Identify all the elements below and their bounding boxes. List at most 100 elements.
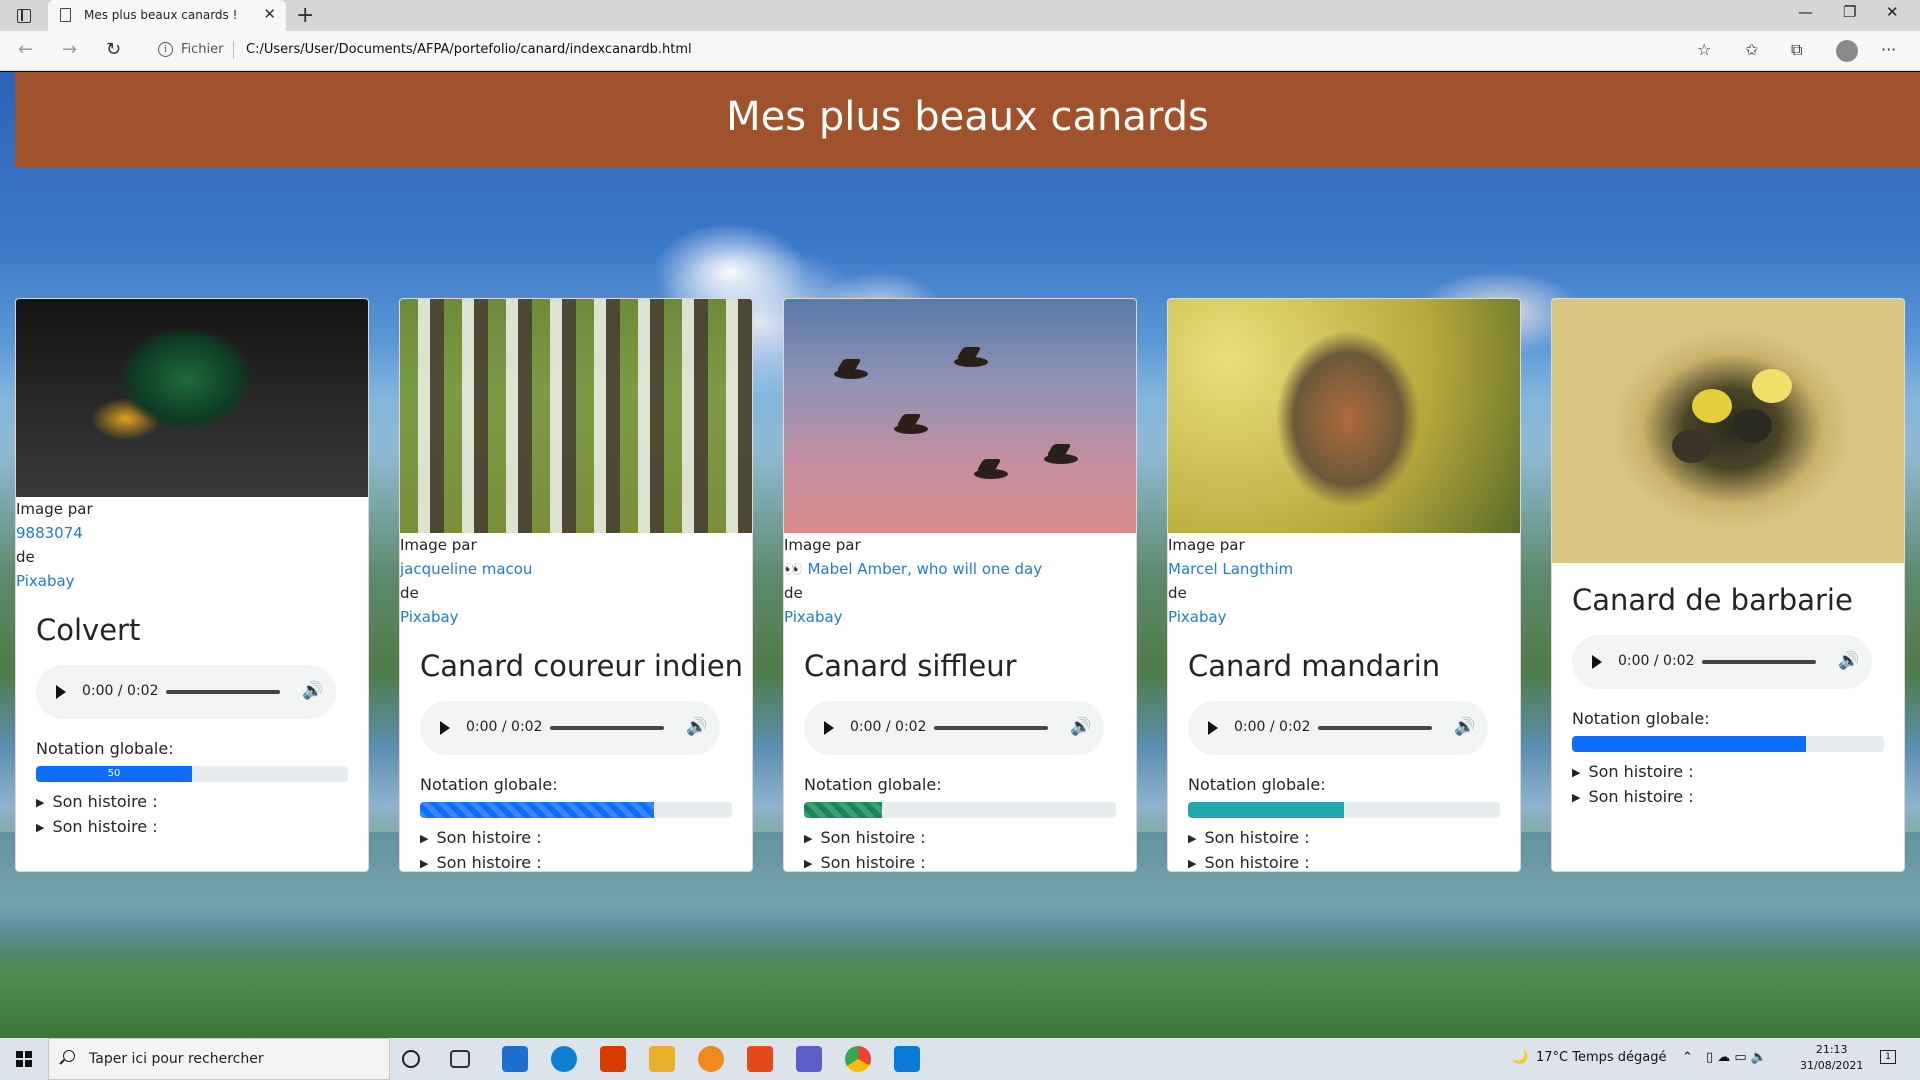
story-toggle[interactable]: Son histoire : xyxy=(1188,851,1500,871)
rating-progress: 50 xyxy=(36,766,348,782)
card-body: Canard de barbarie 0:00 / 0:02 🔊 Notatio… xyxy=(1552,563,1904,810)
story-toggle[interactable]: Son histoire : xyxy=(420,851,732,871)
office-app-icon[interactable] xyxy=(747,1046,773,1072)
windows-taskbar: Taper ici pour rechercher 🌙 17°C Temps d… xyxy=(0,1038,1920,1080)
collections-icon[interactable]: ⧉ xyxy=(1791,40,1802,60)
card-body: Canard coureur indien 0:00 / 0:02 🔊 Nota… xyxy=(400,629,752,871)
story-toggle[interactable]: Son histoire : xyxy=(1188,826,1500,851)
audio-seek-bar[interactable] xyxy=(550,726,664,730)
tray-icons[interactable]: ▯ ☁ ▭ 🔈 xyxy=(1706,1050,1767,1065)
favorites-icon[interactable]: ✩ xyxy=(1745,40,1758,59)
card-body: Colvert 0:00 / 0:02 🔊 Notation globale: … xyxy=(16,593,368,840)
author-link[interactable]: 9883074 xyxy=(16,521,368,545)
author-name: Mabel Amber, who will one day xyxy=(807,560,1043,578)
play-icon[interactable] xyxy=(56,685,66,699)
author-link[interactable]: Marcel Langthim xyxy=(1168,557,1520,581)
rating-progress-bar xyxy=(1188,802,1344,818)
pixabay-link[interactable]: Pixabay xyxy=(400,605,752,629)
story-toggle[interactable]: Son histoire : xyxy=(1572,785,1884,810)
taskbar-clock[interactable]: 21:13 31/08/2021 xyxy=(1800,1042,1863,1074)
pixabay-link[interactable]: Pixabay xyxy=(784,605,1136,629)
audio-seek-bar[interactable] xyxy=(934,726,1048,730)
flying-duck xyxy=(954,357,988,367)
forward-button[interactable]: → xyxy=(62,39,77,60)
play-icon[interactable] xyxy=(1592,655,1602,669)
volume-icon[interactable]: 🔊 xyxy=(1454,717,1475,737)
volume-icon[interactable]: 🔊 xyxy=(1838,651,1859,671)
restore-button[interactable]: ❐ xyxy=(1843,3,1856,21)
audio-player[interactable]: 0:00 / 0:02 🔊 xyxy=(36,665,336,719)
tab-close-icon[interactable]: ✕ xyxy=(263,5,276,23)
author-link[interactable]: 👀 Mabel Amber, who will one day xyxy=(784,557,1136,581)
more-menu-icon[interactable]: ··· xyxy=(1881,40,1896,59)
story-toggle[interactable]: Son histoire : xyxy=(1572,760,1884,785)
teams-icon[interactable] xyxy=(796,1046,822,1072)
duck-photo xyxy=(16,299,368,497)
vscode-icon[interactable] xyxy=(894,1046,920,1072)
rating-progress-bar xyxy=(420,802,654,818)
volume-icon[interactable]: 🔊 xyxy=(1070,717,1091,737)
audio-player[interactable]: 0:00 / 0:02 🔊 xyxy=(1572,635,1872,689)
audio-time: 0:00 / 0:02 xyxy=(1618,653,1695,669)
story-toggle[interactable]: Son histoire : xyxy=(804,851,1116,871)
eyes-emoji-icon: 👀 xyxy=(784,560,808,578)
mail-icon[interactable] xyxy=(502,1046,528,1072)
credit-de: de xyxy=(784,584,803,602)
duck-photo xyxy=(1168,299,1520,533)
play-icon[interactable] xyxy=(1208,721,1218,735)
chrome-icon[interactable] xyxy=(845,1046,871,1072)
flying-duck xyxy=(1044,454,1078,464)
browser-tab[interactable]: Mes plus beaux canards ! ✕ xyxy=(48,0,286,31)
audio-seek-bar[interactable] xyxy=(1318,726,1432,730)
cortana-icon[interactable] xyxy=(402,1050,420,1068)
audio-player[interactable]: 0:00 / 0:02 🔊 xyxy=(420,701,720,755)
story-toggle[interactable]: Son histoire : xyxy=(36,815,348,840)
author-link[interactable]: jacqueline macou xyxy=(400,557,752,581)
taskbar-search[interactable]: Taper ici pour rechercher xyxy=(48,1038,390,1080)
back-button[interactable]: ← xyxy=(18,39,33,60)
rating-progress-bar: 50 xyxy=(36,766,192,782)
card-title: Canard coureur indien xyxy=(420,649,744,683)
audio-seek-bar[interactable] xyxy=(166,690,280,694)
credit-de: de xyxy=(16,548,35,566)
edge-icon[interactable] xyxy=(551,1046,577,1072)
audio-player[interactable]: 0:00 / 0:02 🔊 xyxy=(1188,701,1488,755)
task-view-icon[interactable] xyxy=(450,1050,470,1068)
new-tab-button[interactable]: + xyxy=(296,3,314,28)
duck-photo xyxy=(400,299,752,533)
app-orange-icon[interactable] xyxy=(698,1046,724,1072)
story-toggle[interactable]: Son histoire : xyxy=(36,790,348,815)
file-explorer-icon[interactable] xyxy=(649,1046,675,1072)
add-favorite-icon[interactable]: ☆ xyxy=(1697,40,1711,59)
profile-avatar[interactable] xyxy=(1836,40,1858,62)
windows-start-icon[interactable] xyxy=(16,1051,32,1067)
story-toggle[interactable]: Son histoire : xyxy=(804,826,1116,851)
minimize-button[interactable]: — xyxy=(1798,3,1813,21)
tray-chevron-icon[interactable]: ⌃ xyxy=(1682,1050,1693,1065)
story-toggle[interactable]: Son histoire : xyxy=(420,826,732,851)
reload-button[interactable]: ↻ xyxy=(106,39,121,60)
notification-icon[interactable]: 1 xyxy=(1880,1050,1896,1064)
weather-text[interactable]: 17°C Temps dégagé xyxy=(1536,1050,1667,1065)
rating-label: Notation globale: xyxy=(1572,709,1710,728)
audio-seek-bar[interactable] xyxy=(1702,660,1816,664)
audio-player[interactable]: 0:00 / 0:02 🔊 xyxy=(804,701,1104,755)
play-icon[interactable] xyxy=(440,721,450,735)
card-title: Canard de barbarie xyxy=(1572,583,1853,617)
browser-tab-bar: Mes plus beaux canards ! ✕ + — ❐ ✕ xyxy=(0,0,1920,31)
tab-actions-icon[interactable] xyxy=(10,7,38,25)
flying-duck xyxy=(894,424,928,434)
credit-label: Image par xyxy=(400,536,477,554)
close-window-button[interactable]: ✕ xyxy=(1886,3,1899,21)
search-placeholder: Taper ici pour rechercher xyxy=(89,1051,264,1067)
pixabay-link[interactable]: Pixabay xyxy=(16,569,368,593)
volume-icon[interactable]: 🔊 xyxy=(302,681,323,701)
url-input[interactable]: C:/Users/User/Documents/AFPA/portefolio/… xyxy=(246,42,692,57)
volume-icon[interactable]: 🔊 xyxy=(686,717,707,737)
office-icon[interactable] xyxy=(600,1046,626,1072)
pixabay-link[interactable]: Pixabay xyxy=(1168,605,1520,629)
credit-label: Image par xyxy=(1168,536,1245,554)
play-icon[interactable] xyxy=(824,721,834,735)
search-icon xyxy=(63,1050,75,1062)
site-info-icon[interactable]: i xyxy=(158,42,173,57)
